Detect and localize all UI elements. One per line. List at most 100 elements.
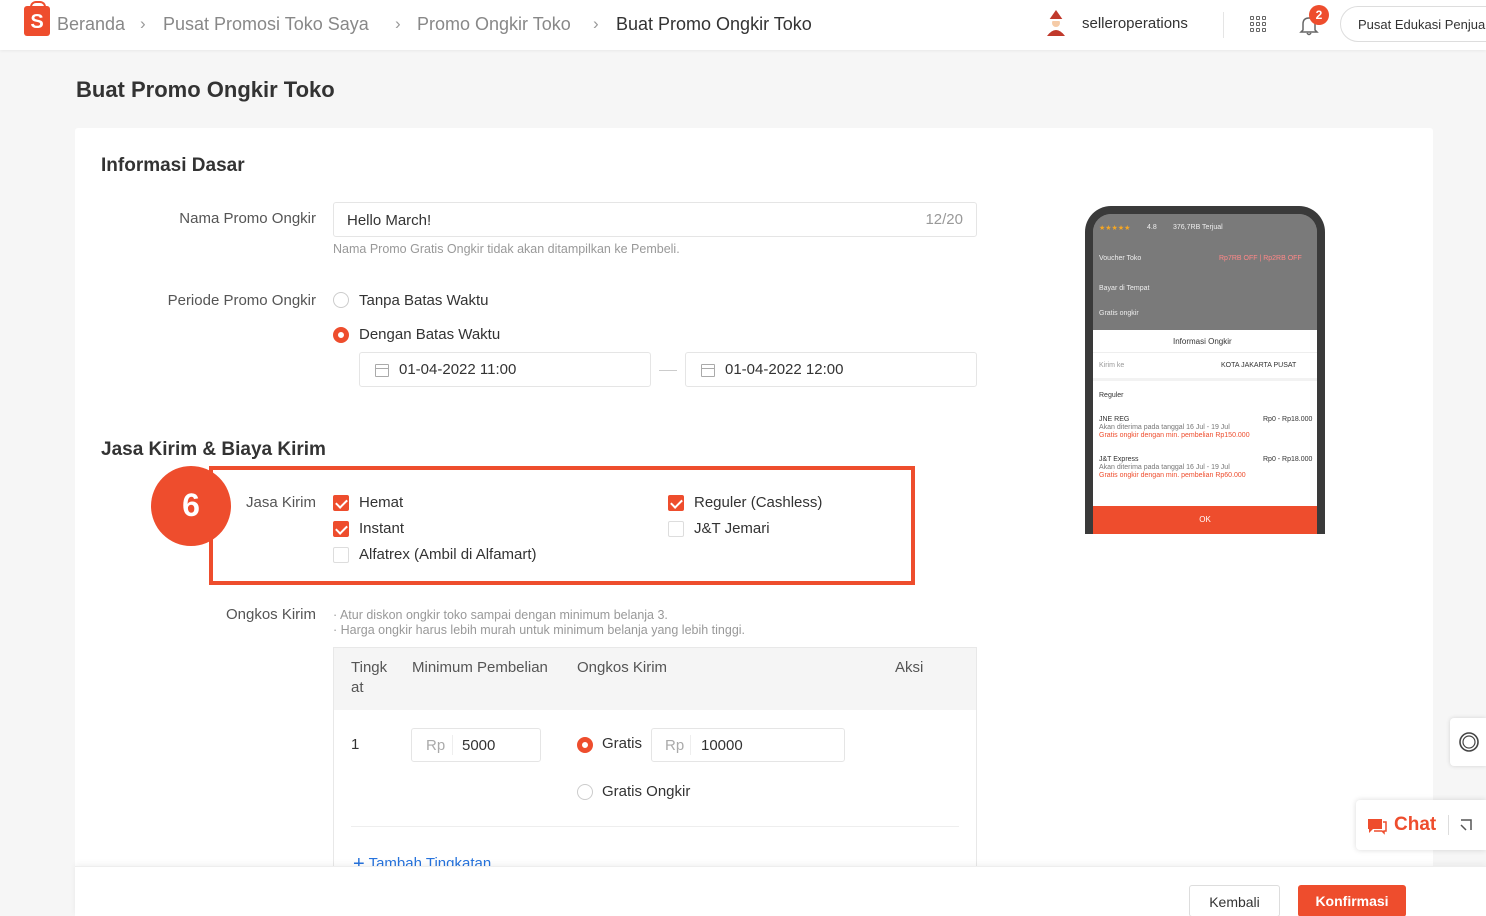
- checkbox-jnt-jemari[interactable]: [668, 521, 684, 537]
- username[interactable]: selleroperations: [1082, 15, 1188, 32]
- shipping-tier-table: Tingk at Minimum Pembelian Ongkos Kirim …: [333, 647, 977, 877]
- minimize-chat-icon[interactable]: [1459, 818, 1473, 832]
- row-divider: [351, 826, 959, 827]
- header-action: Aksi: [895, 659, 924, 676]
- radio-unlimited-period[interactable]: [333, 292, 349, 308]
- highlight-box: [209, 466, 915, 585]
- checkbox-alfatrex[interactable]: [333, 547, 349, 563]
- shipping-cost-input[interactable]: Rp 10000: [651, 728, 845, 762]
- star-rating-icon: ★★★★★: [1099, 225, 1131, 232]
- courier-reguler-label[interactable]: Reguler (Cashless): [694, 494, 822, 511]
- seller-education-button[interactable]: Pusat Edukasi Penjual: [1340, 6, 1486, 42]
- notification-badge: 2: [1309, 5, 1329, 25]
- preview-ok-button: OK: [1093, 506, 1317, 534]
- headset-icon: [1459, 732, 1479, 752]
- shopee-logo-icon[interactable]: S: [24, 1, 50, 36]
- preview-jne-price: Rp0 - Rp18.000: [1263, 416, 1313, 423]
- preview-jnt-name: J&T Express: [1099, 456, 1139, 463]
- courier-instant-label[interactable]: Instant: [359, 520, 404, 537]
- calendar-icon: [375, 364, 389, 377]
- preview-jnt-price: Rp0 - Rp18.000: [1263, 456, 1313, 463]
- user-avatar-icon[interactable]: [1043, 8, 1069, 38]
- promo-name-label: Nama Promo Ongkir: [179, 210, 316, 227]
- min-purchase-value: 5000: [462, 737, 496, 754]
- preview-jnt-eta: Akan diterima pada tanggal 16 Jul - 19 J…: [1099, 464, 1230, 471]
- preview-rating: 4.8: [1147, 224, 1157, 231]
- divider: [1223, 12, 1224, 38]
- calendar-icon: [701, 364, 715, 377]
- checkbox-reguler[interactable]: [668, 495, 684, 511]
- top-bar: S Beranda › Pusat Promosi Toko Saya › Pr…: [0, 0, 1486, 50]
- radio-discount-option[interactable]: [577, 737, 593, 753]
- preview-jne-eta: Akan diterima pada tanggal 16 Jul - 19 J…: [1099, 424, 1230, 431]
- support-widget[interactable]: [1450, 718, 1486, 766]
- header-min-purchase: Minimum Pembelian: [412, 659, 548, 676]
- shipping-cost-value: 10000: [701, 737, 743, 754]
- shipping-cost-label: Ongkos Kirim: [225, 606, 316, 623]
- chat-icon: [1368, 819, 1387, 835]
- breadcrumb-separator-icon: ›: [140, 14, 146, 33]
- table-header: Tingk at Minimum Pembelian Ongkos Kirim …: [334, 648, 976, 710]
- checkbox-instant[interactable]: [333, 521, 349, 537]
- breadcrumb-promotion-center[interactable]: Pusat Promosi Toko Saya: [163, 14, 369, 35]
- prefix-divider: [452, 735, 453, 755]
- page-title: Buat Promo Ongkir Toko: [76, 77, 335, 102]
- promo-period-label: Periode Promo Ongkir: [167, 292, 316, 309]
- radio-free-shipping-option[interactable]: [577, 784, 593, 800]
- header-shipping-cost: Ongkos Kirim: [577, 659, 668, 676]
- header-tier-line1: Tingk: [351, 659, 388, 676]
- currency-prefix: Rp: [665, 737, 685, 754]
- courier-alfatrex-label[interactable]: Alfatrex (Ambil di Alfamart): [359, 546, 537, 563]
- start-date-value: 01-04-2022 11:00: [399, 361, 517, 378]
- header-tier-line2: at: [351, 679, 364, 696]
- preview-sheet-title: Informasi Ongkir: [1173, 337, 1232, 346]
- checkbox-hemat[interactable]: [333, 495, 349, 511]
- chat-label: Chat: [1394, 814, 1437, 835]
- chat-widget[interactable]: Chat: [1356, 800, 1486, 850]
- min-purchase-input[interactable]: Rp 5000: [411, 728, 541, 762]
- courier-jnt-jemari-label[interactable]: J&T Jemari: [694, 520, 770, 537]
- preview-send-to-label: Kirim ke: [1099, 362, 1125, 369]
- currency-prefix: Rp: [426, 737, 446, 754]
- breadcrumb-shipping-promo[interactable]: Promo Ongkir Toko: [417, 14, 571, 35]
- confirm-button[interactable]: Konfirmasi: [1298, 885, 1406, 916]
- free-shipping-option-label[interactable]: Gratis Ongkir: [602, 783, 690, 800]
- courier-hemat-label[interactable]: Hemat: [359, 494, 403, 511]
- apps-grid-icon[interactable]: [1250, 16, 1266, 32]
- date-range-separator: [659, 370, 677, 371]
- couriers-label: Jasa Kirim: [245, 494, 316, 511]
- start-date-input[interactable]: 01-04-2022 11:00: [359, 352, 651, 387]
- preview-sold: 376,7RB Terjual: [1173, 224, 1223, 231]
- phone-preview: ★★★★★ 4.8 376,7RB Terjual Voucher Toko R…: [1085, 206, 1325, 534]
- discount-option-label[interactable]: Gratis: [602, 735, 642, 752]
- divider: [1093, 378, 1317, 381]
- shipping-cost-hint-1: · Atur diskon ongkir toko sampai dengan …: [333, 608, 668, 622]
- divider: [1093, 352, 1317, 353]
- breadcrumb-separator-icon: ›: [395, 14, 401, 33]
- preview-product-area: ★★★★★ 4.8 376,7RB Terjual Voucher Toko R…: [1093, 214, 1317, 330]
- preview-shipping-sheet: Informasi Ongkir Kirim ke KOTA JAKARTA P…: [1093, 330, 1317, 534]
- breadcrumb-separator-icon: ›: [593, 14, 599, 33]
- radio-limited-label[interactable]: Dengan Batas Waktu: [359, 326, 500, 343]
- preview-cod-label: Bayar di Tempat: [1099, 285, 1150, 292]
- radio-unlimited-label[interactable]: Tanpa Batas Waktu: [359, 292, 489, 309]
- breadcrumb-home[interactable]: Beranda: [57, 14, 125, 35]
- preview-jne-note: Gratis ongkir dengan min. pembelian Rp15…: [1099, 432, 1250, 439]
- promo-name-value: Hello March!: [347, 212, 432, 229]
- promo-name-hint: Nama Promo Gratis Ongkir tidak akan dita…: [333, 242, 680, 256]
- section-shipping-title: Jasa Kirim & Biaya Kirim: [101, 439, 326, 460]
- back-button[interactable]: Kembali: [1189, 885, 1280, 916]
- tier-number: 1: [351, 736, 360, 753]
- radio-limited-period[interactable]: [333, 327, 349, 343]
- preview-jne-name: JNE REG: [1099, 416, 1130, 423]
- promo-name-input[interactable]: Hello March! 12/20: [333, 202, 977, 237]
- promo-name-counter: 12/20: [925, 211, 963, 228]
- preview-free-shipping-label: Gratis ongkir: [1099, 310, 1139, 317]
- breadcrumb-current: Buat Promo Ongkir Toko: [616, 14, 812, 34]
- end-date-value: 01-04-2022 12:00: [725, 361, 844, 378]
- preview-voucher-tags: Rp7RB OFF | Rp2RB OFF: [1219, 255, 1302, 262]
- footer-bar: Kembali Konfirmasi: [75, 866, 1486, 916]
- preview-reguler-label: Reguler: [1099, 392, 1124, 399]
- end-date-input[interactable]: 01-04-2022 12:00: [685, 352, 977, 387]
- prefix-divider: [690, 735, 691, 755]
